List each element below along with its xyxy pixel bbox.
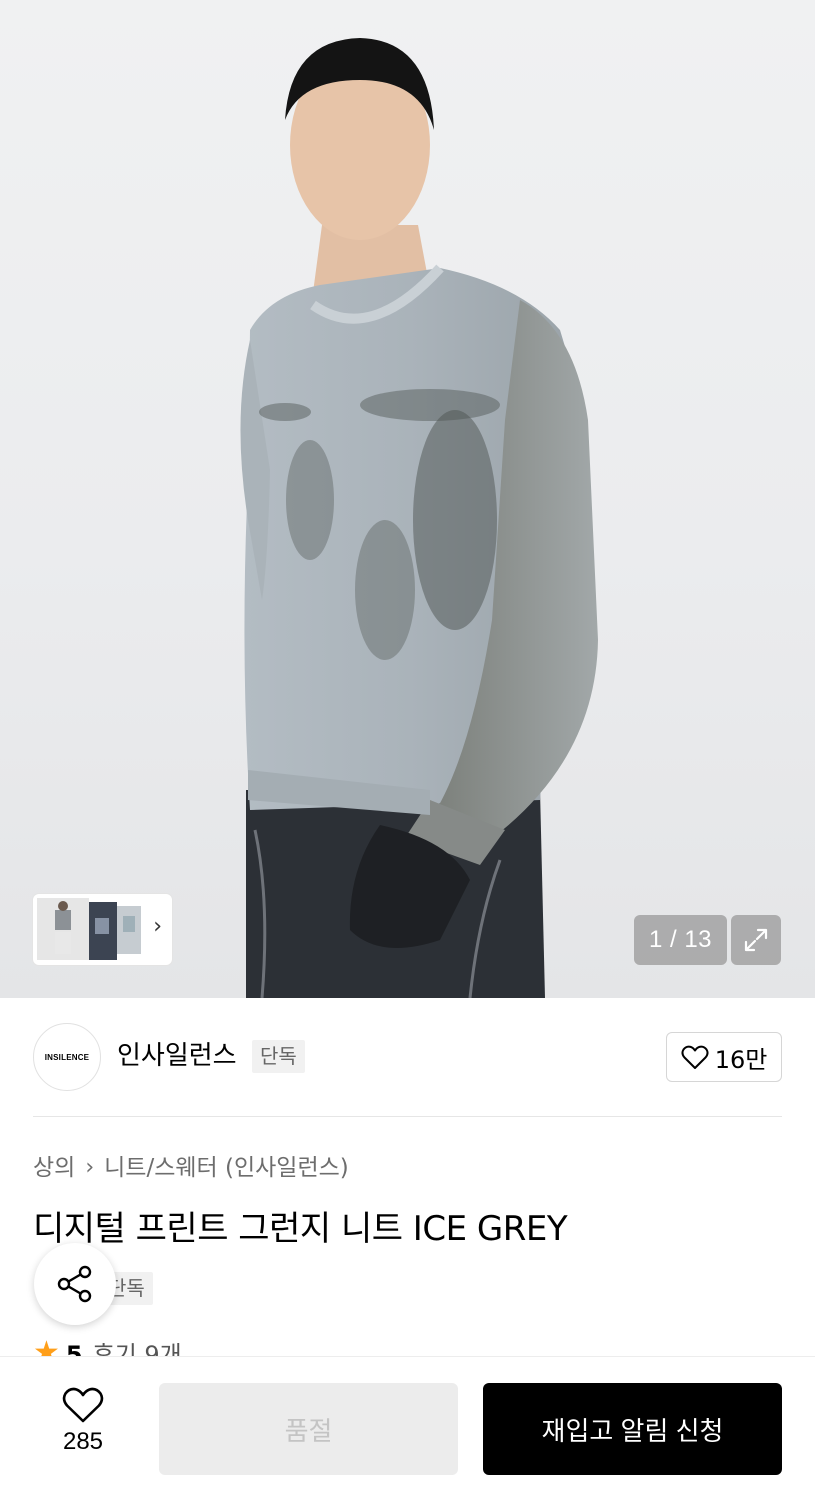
brand-logo[interactable]: INSILENCE <box>33 1023 101 1091</box>
brand-logo-text: INSILENCE <box>44 1052 90 1062</box>
expand-button[interactable] <box>731 915 781 965</box>
expand-icon <box>744 928 768 952</box>
breadcrumb-subcategory[interactable]: 니트/스웨터 (인사일런스) <box>104 1151 349 1185</box>
brand-name[interactable]: 인사일런스 <box>117 1038 237 1074</box>
image-counter: 1 / 13 <box>634 915 727 965</box>
share-icon <box>57 1265 92 1303</box>
brand-like-button[interactable]: 16만 <box>666 1032 782 1082</box>
divider <box>33 1116 782 1117</box>
product-image-gallery[interactable]: › 1 / 13 <box>0 0 815 998</box>
chevron-right-icon: › <box>85 1155 95 1180</box>
breadcrumb-category[interactable]: 상의 <box>33 1151 75 1185</box>
thumbnail-images <box>37 898 141 960</box>
chevron-right-icon: › <box>153 914 162 939</box>
product-title: 디지털 프린트 그런지 니트 ICE GREY <box>33 1209 568 1249</box>
thumbnail-strip[interactable]: › <box>33 894 172 965</box>
brand-like-count: 16만 <box>714 1045 768 1074</box>
wishlist-button[interactable]: 285 <box>43 1386 123 1468</box>
exclusive-badge: 단독 <box>252 1040 305 1073</box>
heart-outline-icon <box>62 1387 104 1423</box>
restock-alert-button[interactable]: 재입고 알림 신청 <box>483 1383 782 1475</box>
share-button[interactable] <box>34 1243 116 1325</box>
breadcrumb: 상의 › 니트/스웨터 (인사일런스) <box>33 1151 349 1185</box>
heart-outline-icon <box>681 1045 709 1069</box>
soldout-button: 품절 <box>159 1383 458 1475</box>
product-photo <box>240 38 598 998</box>
wishlist-count: 285 <box>62 1428 104 1455</box>
